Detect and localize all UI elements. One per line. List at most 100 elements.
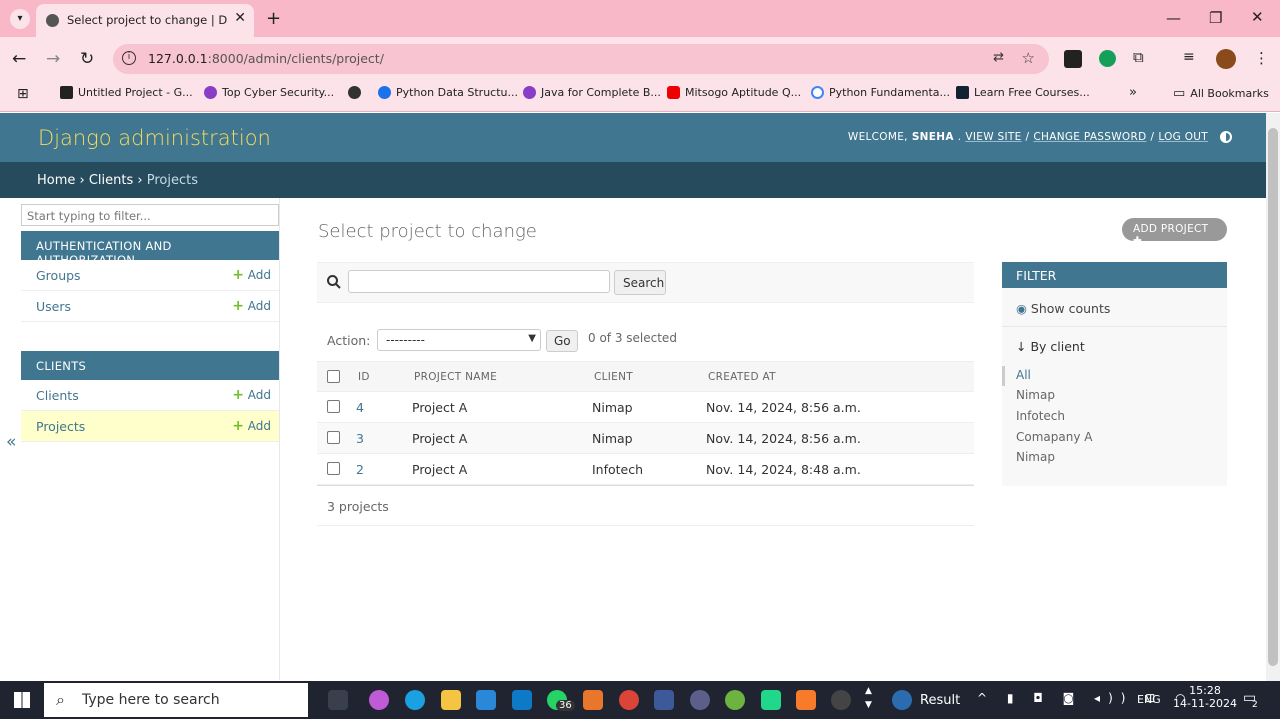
add-projects-link[interactable]: + Add bbox=[232, 418, 271, 434]
row-checkbox[interactable] bbox=[327, 400, 340, 413]
search-button[interactable]: Search bbox=[614, 270, 666, 295]
go-button[interactable]: Go bbox=[546, 330, 578, 352]
edge-icon[interactable] bbox=[405, 690, 425, 710]
tab-search-icon[interactable]: ▾ bbox=[10, 9, 30, 29]
column-header-created-at[interactable]: CREATED AT bbox=[708, 371, 776, 383]
avatar[interactable] bbox=[1216, 49, 1236, 69]
restore-icon[interactable]: ❐ bbox=[1209, 9, 1222, 27]
collapse-sidebar-button[interactable]: « bbox=[6, 432, 16, 452]
theme-toggle-icon[interactable] bbox=[1220, 131, 1232, 143]
row-checkbox[interactable] bbox=[327, 431, 340, 444]
scrollbar-thumb[interactable] bbox=[1268, 128, 1278, 666]
bookmark-python-ds[interactable]: Python Data Structu... bbox=[378, 86, 518, 99]
row-id-link[interactable]: 3 bbox=[356, 431, 364, 446]
row-checkbox[interactable] bbox=[327, 462, 340, 475]
browser-tab-active[interactable]: Select project to change | Djang ✕ bbox=[36, 4, 254, 37]
clock[interactable]: 15:28 14-11-2024 bbox=[1170, 684, 1240, 710]
bookmark-globe[interactable] bbox=[348, 86, 361, 99]
address-bar[interactable]: i 127.0.0.1:8000/admin/clients/project/ … bbox=[113, 44, 1049, 74]
row-id-link[interactable]: 2 bbox=[356, 462, 364, 477]
log-out-link[interactable]: LOG OUT bbox=[1158, 131, 1208, 143]
search-input[interactable] bbox=[348, 270, 610, 293]
sidebar-item-projects[interactable]: Projects + Add bbox=[21, 411, 279, 442]
filter-option-comapany-a[interactable]: Comapany A bbox=[1016, 430, 1092, 444]
pycharm-icon[interactable] bbox=[761, 690, 781, 710]
module-caption-auth[interactable]: AUTHENTICATION AND AUTHORIZATION bbox=[21, 231, 279, 267]
add-groups-link[interactable]: + Add bbox=[232, 267, 271, 283]
show-counts-link[interactable]: ◉ Show counts bbox=[1016, 301, 1110, 316]
bookmark-learn[interactable]: Learn Free Courses... bbox=[956, 86, 1090, 99]
add-clients-link[interactable]: + Add bbox=[232, 387, 271, 403]
task-view-icon[interactable] bbox=[328, 690, 348, 710]
copilot-icon[interactable] bbox=[369, 690, 389, 710]
file-explorer-icon[interactable] bbox=[441, 690, 461, 710]
view-site-link[interactable]: VIEW SITE bbox=[965, 131, 1021, 143]
add-users-link[interactable]: + Add bbox=[232, 298, 271, 314]
module-caption-clients[interactable]: CLIENTS bbox=[21, 351, 279, 380]
site-info-icon[interactable]: i bbox=[122, 51, 136, 65]
filter-option-nimap-2[interactable]: Nimap bbox=[1016, 450, 1055, 464]
breadcrumb-home[interactable]: Home bbox=[37, 173, 75, 188]
weather-icon[interactable] bbox=[892, 690, 912, 710]
action-select[interactable]: --------- ▼ bbox=[377, 329, 541, 351]
sidebar-item-label[interactable]: Users bbox=[36, 299, 71, 314]
sidebar-item-label[interactable]: Groups bbox=[36, 268, 81, 283]
breadcrumb-app[interactable]: Clients bbox=[89, 173, 133, 188]
sidebar-item-clients[interactable]: Clients + Add bbox=[21, 380, 279, 411]
app-icon[interactable] bbox=[831, 690, 851, 710]
bookmark-java[interactable]: Java for Complete B... bbox=[523, 86, 661, 99]
forward-icon[interactable]: → bbox=[46, 49, 60, 69]
media-icon[interactable]: ≡ bbox=[1183, 49, 1195, 65]
bookmark-python-fund[interactable]: Python Fundamenta... bbox=[811, 86, 950, 99]
windows-start-icon[interactable] bbox=[14, 692, 30, 708]
vscode-icon[interactable] bbox=[512, 690, 532, 710]
close-window-icon[interactable]: ✕ bbox=[1251, 8, 1264, 26]
back-icon[interactable]: ← bbox=[12, 49, 26, 69]
add-project-button[interactable]: ADD PROJECT ✚ bbox=[1122, 218, 1227, 247]
weather-label[interactable]: Result bbox=[920, 693, 960, 708]
chrome-icon[interactable] bbox=[619, 690, 639, 710]
sidebar-item-label[interactable]: Projects bbox=[36, 419, 85, 434]
column-header-project-name[interactable]: PROJECT NAME bbox=[414, 371, 497, 383]
taskbar-search[interactable]: ⌕ Type here to search bbox=[44, 683, 308, 717]
filter-option-infotech[interactable]: Infotech bbox=[1016, 409, 1065, 423]
nav-filter-input[interactable]: Start typing to filter... bbox=[21, 204, 279, 226]
puzzle-icon[interactable]: ⧉ bbox=[1133, 48, 1144, 66]
translate-icon[interactable]: ⇄ bbox=[993, 50, 1004, 65]
bookmark-untitled[interactable]: Untitled Project - G... bbox=[60, 86, 193, 99]
change-password-link[interactable]: CHANGE PASSWORD bbox=[1033, 131, 1146, 143]
column-header-id[interactable]: ID bbox=[358, 371, 370, 383]
minimize-icon[interactable]: — bbox=[1166, 9, 1181, 27]
tray-icons[interactable]: ^ ▮ ◘ ◙ ◂)) ⊡ ◠ bbox=[977, 691, 1194, 705]
store-icon[interactable] bbox=[476, 690, 496, 710]
all-bookmarks[interactable]: ▭ All Bookmarks bbox=[1173, 86, 1269, 101]
bookmark-cyber[interactable]: Top Cyber Security... bbox=[204, 86, 334, 99]
filter-option-nimap[interactable]: Nimap bbox=[1016, 388, 1055, 402]
filter-by-client-toggle[interactable]: ↓ By client bbox=[1016, 339, 1085, 354]
bookmark-mitsogo[interactable]: Mitsogo Aptitude Q... bbox=[667, 86, 801, 99]
editor-icon[interactable] bbox=[654, 690, 674, 710]
row-id-link[interactable]: 4 bbox=[356, 400, 364, 415]
more-bookmarks-icon[interactable]: » bbox=[1129, 85, 1137, 100]
sidebar-item-label[interactable]: Clients bbox=[36, 388, 79, 403]
menu-icon[interactable]: ⋮ bbox=[1254, 49, 1269, 67]
column-header-client[interactable]: CLIENT bbox=[594, 371, 633, 383]
spring-icon[interactable] bbox=[725, 690, 745, 710]
java-icon[interactable] bbox=[583, 690, 603, 710]
apps-icon[interactable]: ⊞ bbox=[17, 86, 29, 102]
new-tab-icon[interactable]: + bbox=[266, 8, 281, 29]
close-tab-icon[interactable]: ✕ bbox=[234, 10, 246, 26]
xampp-icon[interactable] bbox=[796, 690, 816, 710]
star-icon[interactable]: ☆ bbox=[1022, 49, 1035, 67]
site-branding[interactable]: Django administration bbox=[38, 126, 271, 150]
extension-icon[interactable] bbox=[1064, 50, 1082, 68]
taskbar-scroll-icon[interactable]: ▲ ▼ bbox=[865, 684, 872, 712]
select-all-checkbox[interactable] bbox=[327, 370, 340, 383]
sidebar-item-groups[interactable]: Groups + Add bbox=[21, 260, 279, 291]
sidebar-item-users[interactable]: Users + Add bbox=[21, 291, 279, 322]
reload-icon[interactable]: ↻ bbox=[80, 49, 94, 69]
filter-option-all[interactable]: All bbox=[1016, 368, 1031, 382]
language-indicator[interactable]: ENG bbox=[1137, 693, 1161, 706]
eclipse-icon[interactable] bbox=[690, 690, 710, 710]
grammarly-icon[interactable] bbox=[1099, 50, 1116, 67]
